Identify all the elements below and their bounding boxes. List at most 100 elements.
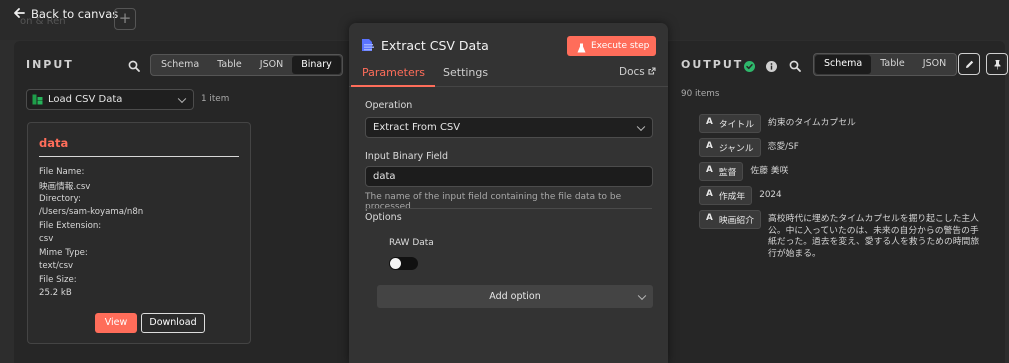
pencil-icon (964, 55, 975, 74)
schema-field-director: A 監督 佐藤 美咲 (699, 162, 788, 181)
string-type-icon: A (706, 117, 713, 127)
field-value-line: 公。中に入っていたのは、未来の自分からの警告の手 (768, 225, 979, 236)
binary-field-input[interactable]: data (365, 166, 653, 187)
field-tag[interactable]: A 作成年 (699, 186, 753, 205)
add-option-button[interactable]: Add option (377, 285, 653, 308)
spreadsheet-node-icon (32, 94, 43, 108)
execute-step-button[interactable]: Execute step (567, 36, 656, 56)
node-tabs: Parameters Settings Docs (349, 63, 668, 87)
search-icon[interactable] (789, 57, 801, 76)
edit-output-button[interactable] (958, 53, 980, 75)
output-item-count: 90 items (681, 89, 720, 99)
directory-value: /Users/sam-koyama/n8n (39, 207, 144, 217)
input-mode-table[interactable]: Table (208, 56, 251, 74)
arrow-left-icon (14, 7, 25, 21)
string-type-icon: A (706, 213, 713, 223)
binary-property-name: data (39, 136, 69, 150)
options-label: Options (365, 212, 402, 223)
field-name: 作成年 (718, 192, 746, 202)
field-value: 恋愛/SF (767, 142, 799, 152)
field-value-line: 高校時代に埋めたタイムカプセルを掘り起こした主人 (768, 214, 979, 224)
binary-field-hint: The name of the input field containing t… (365, 192, 622, 212)
field-value-line: 行が始まる。 (768, 248, 821, 259)
search-icon[interactable] (128, 57, 140, 76)
node-header: Extract CSV Data Execute step (349, 23, 668, 63)
add-node-button[interactable]: + (114, 8, 136, 30)
field-name: タイトル (718, 120, 755, 130)
download-file-button[interactable]: Download (141, 313, 205, 333)
output-mode-table[interactable]: Table (871, 55, 914, 74)
back-to-canvas-label: Back to canvas (31, 7, 119, 21)
operation-select[interactable]: Extract From CSV (365, 117, 653, 138)
field-name: 映画紹介 (718, 216, 755, 226)
field-tag[interactable]: A タイトル (699, 114, 762, 133)
chevron-down-icon (636, 122, 646, 131)
binary-field-label: Input Binary Field (365, 151, 449, 162)
mime-type-value: text/csv (39, 261, 74, 271)
input-mode-binary[interactable]: Binary (292, 56, 341, 74)
view-file-button[interactable]: View (95, 313, 137, 333)
output-panel: OUTPUT Schema Table JSON 90 items A タイトル … (664, 41, 1008, 363)
file-name-value: 映画情報.csv (39, 182, 91, 192)
options-divider (365, 208, 652, 209)
node-settings-panel: Extract CSV Data Execute step Parameters… (349, 23, 668, 363)
input-panel: INPUT Schema Table JSON Binary Load CSV … (14, 41, 356, 363)
tab-settings[interactable]: Settings (443, 66, 488, 79)
file-size-label: File Size: (39, 275, 77, 285)
field-value-line: 紙だった。過去を変え、愛する人を救うための時間旅 (768, 237, 980, 247)
pin-output-button[interactable] (986, 53, 1008, 75)
info-icon[interactable] (766, 57, 777, 76)
flask-icon (577, 41, 586, 61)
input-mode-json[interactable]: JSON (251, 56, 292, 74)
input-source-node-select[interactable]: Load CSV Data (26, 89, 194, 110)
back-to-canvas-button[interactable]: Back to canvas (14, 7, 118, 21)
raw-data-toggle[interactable] (389, 257, 418, 270)
output-display-mode-switch: Schema Table JSON (813, 53, 958, 76)
string-type-icon: A (706, 141, 713, 151)
tab-parameters[interactable]: Parameters (362, 66, 425, 79)
directory-label: Directory: (39, 194, 81, 204)
file-extension-label: File Extension: (39, 221, 102, 231)
chevron-down-icon (177, 94, 187, 103)
field-tag[interactable]: A 監督 (699, 162, 744, 181)
binary-data-card: data File Name: 映画情報.csv Directory: /Use… (27, 122, 251, 344)
add-option-label: Add option (489, 291, 541, 302)
string-type-icon: A (706, 189, 713, 199)
active-tab-indicator (351, 85, 435, 87)
schema-field-synopsis: A 映画紹介 高校時代に埋めたタイムカプセルを掘り起こした主人 公。中に入っていた… (699, 210, 979, 260)
toggle-knob (390, 258, 401, 269)
external-link-icon (648, 66, 656, 78)
pin-icon (992, 55, 1003, 74)
chevron-down-icon (637, 291, 647, 300)
input-source-node-name: Load CSV Data (48, 94, 123, 105)
file-extension-value: csv (39, 234, 54, 244)
field-value: 約束のタイムカプセル (768, 118, 856, 128)
docs-link[interactable]: Docs (619, 66, 656, 78)
input-display-mode-switch: Schema Table JSON Binary (150, 54, 343, 76)
input-title: INPUT (26, 58, 74, 71)
field-name: ジャンル (718, 144, 754, 154)
docs-label: Docs (619, 66, 645, 78)
input-mode-schema[interactable]: Schema (152, 56, 208, 74)
output-mode-schema[interactable]: Schema (815, 55, 872, 74)
schema-field-year: A 作成年 2024 (699, 186, 782, 205)
field-tag[interactable]: A ジャンル (699, 138, 761, 157)
field-name: 監督 (718, 168, 737, 178)
output-mode-json[interactable]: JSON (914, 55, 955, 74)
node-title[interactable]: Extract CSV Data (381, 38, 489, 53)
card-divider (39, 156, 239, 157)
mime-type-label: Mime Type: (39, 248, 88, 258)
success-check-icon (744, 57, 755, 76)
execute-step-label: Execute step (591, 41, 650, 51)
field-value: 2024 (759, 190, 782, 200)
field-tag[interactable]: A 映画紹介 (699, 210, 762, 229)
field-value: 佐藤 美咲 (750, 166, 789, 176)
schema-field-genre: A ジャンル 恋愛/SF (699, 138, 799, 157)
string-type-icon: A (706, 165, 713, 175)
field-value: 高校時代に埋めたタイムカプセルを掘り起こした主人 公。中に入っていたのは、未来の… (768, 210, 979, 260)
raw-data-label: RAW Data (389, 238, 434, 248)
csv-node-icon (361, 37, 375, 56)
schema-field-title: A タイトル 約束のタイムカプセル (699, 114, 856, 133)
file-size-value: 25.2 kB (39, 288, 72, 298)
binary-field-value: data (373, 171, 396, 182)
